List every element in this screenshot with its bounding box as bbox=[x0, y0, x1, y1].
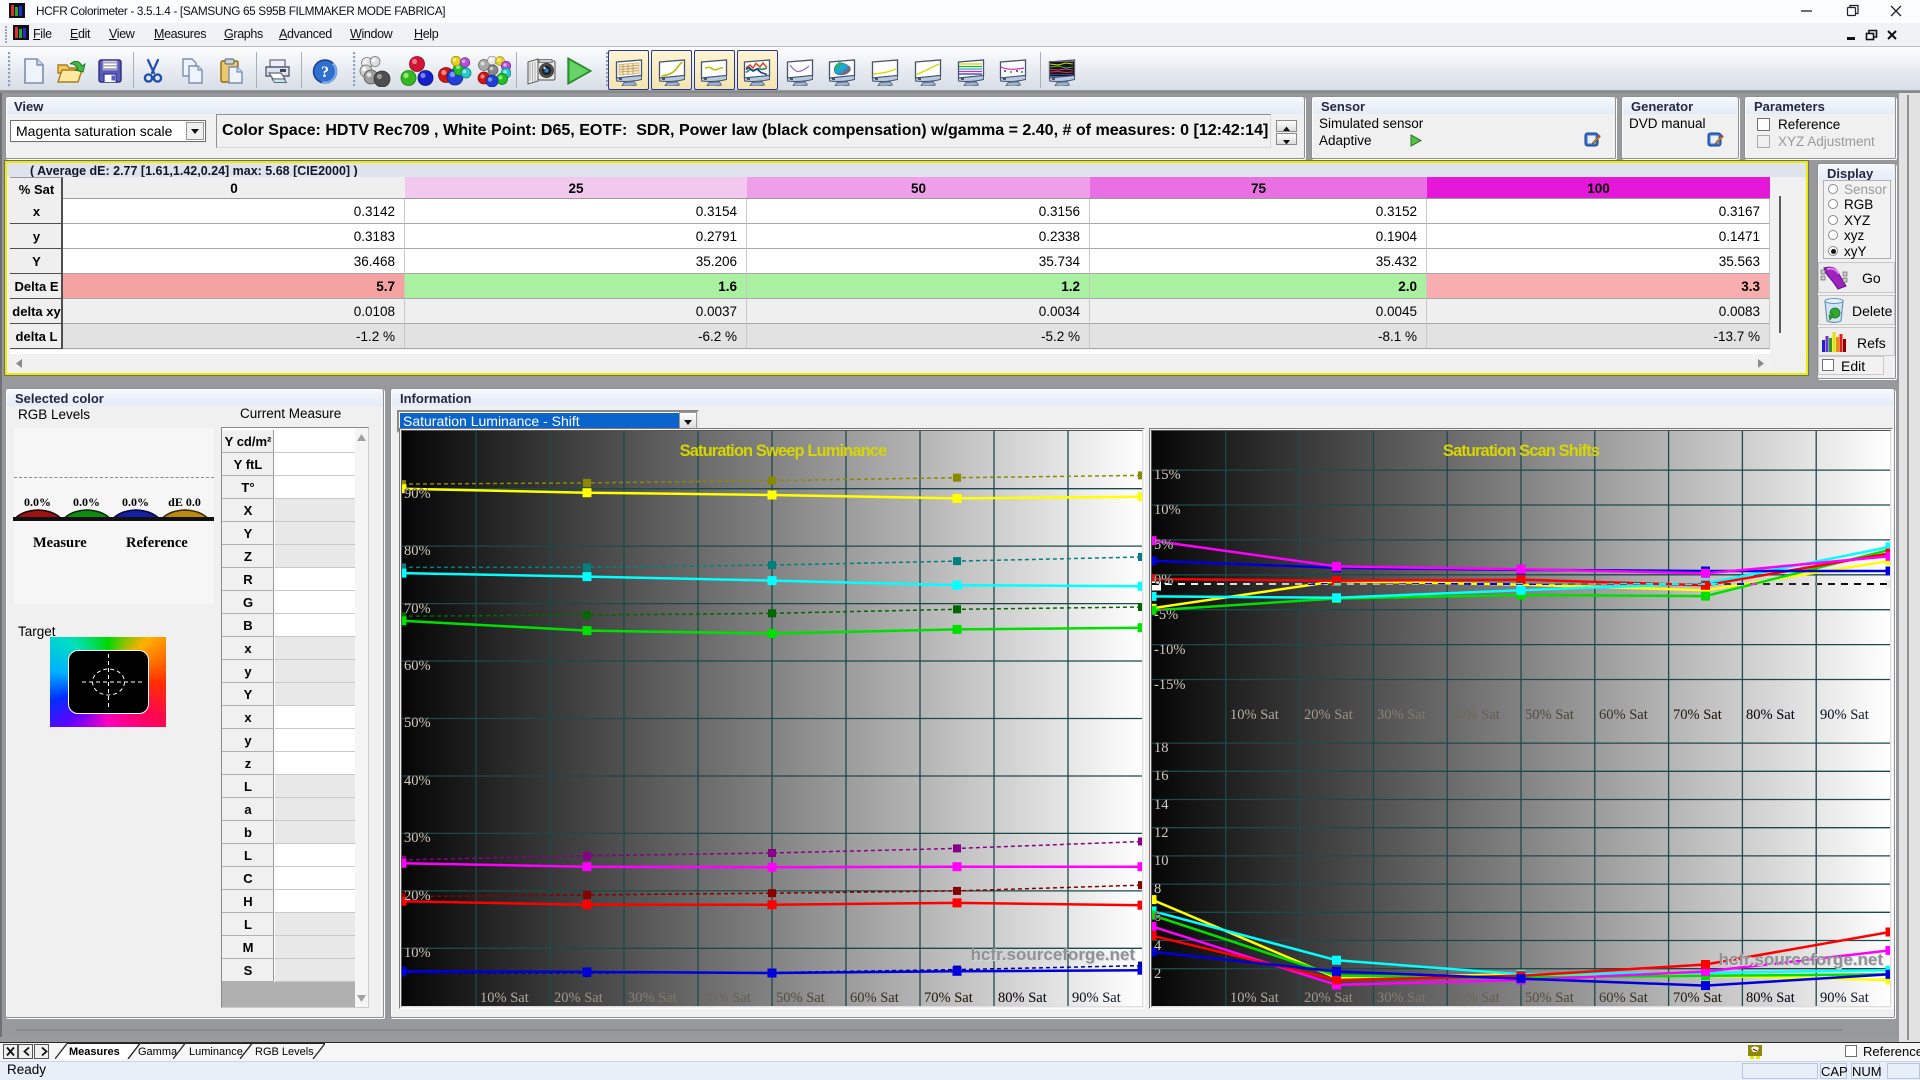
svg-text:?: ? bbox=[321, 64, 329, 81]
